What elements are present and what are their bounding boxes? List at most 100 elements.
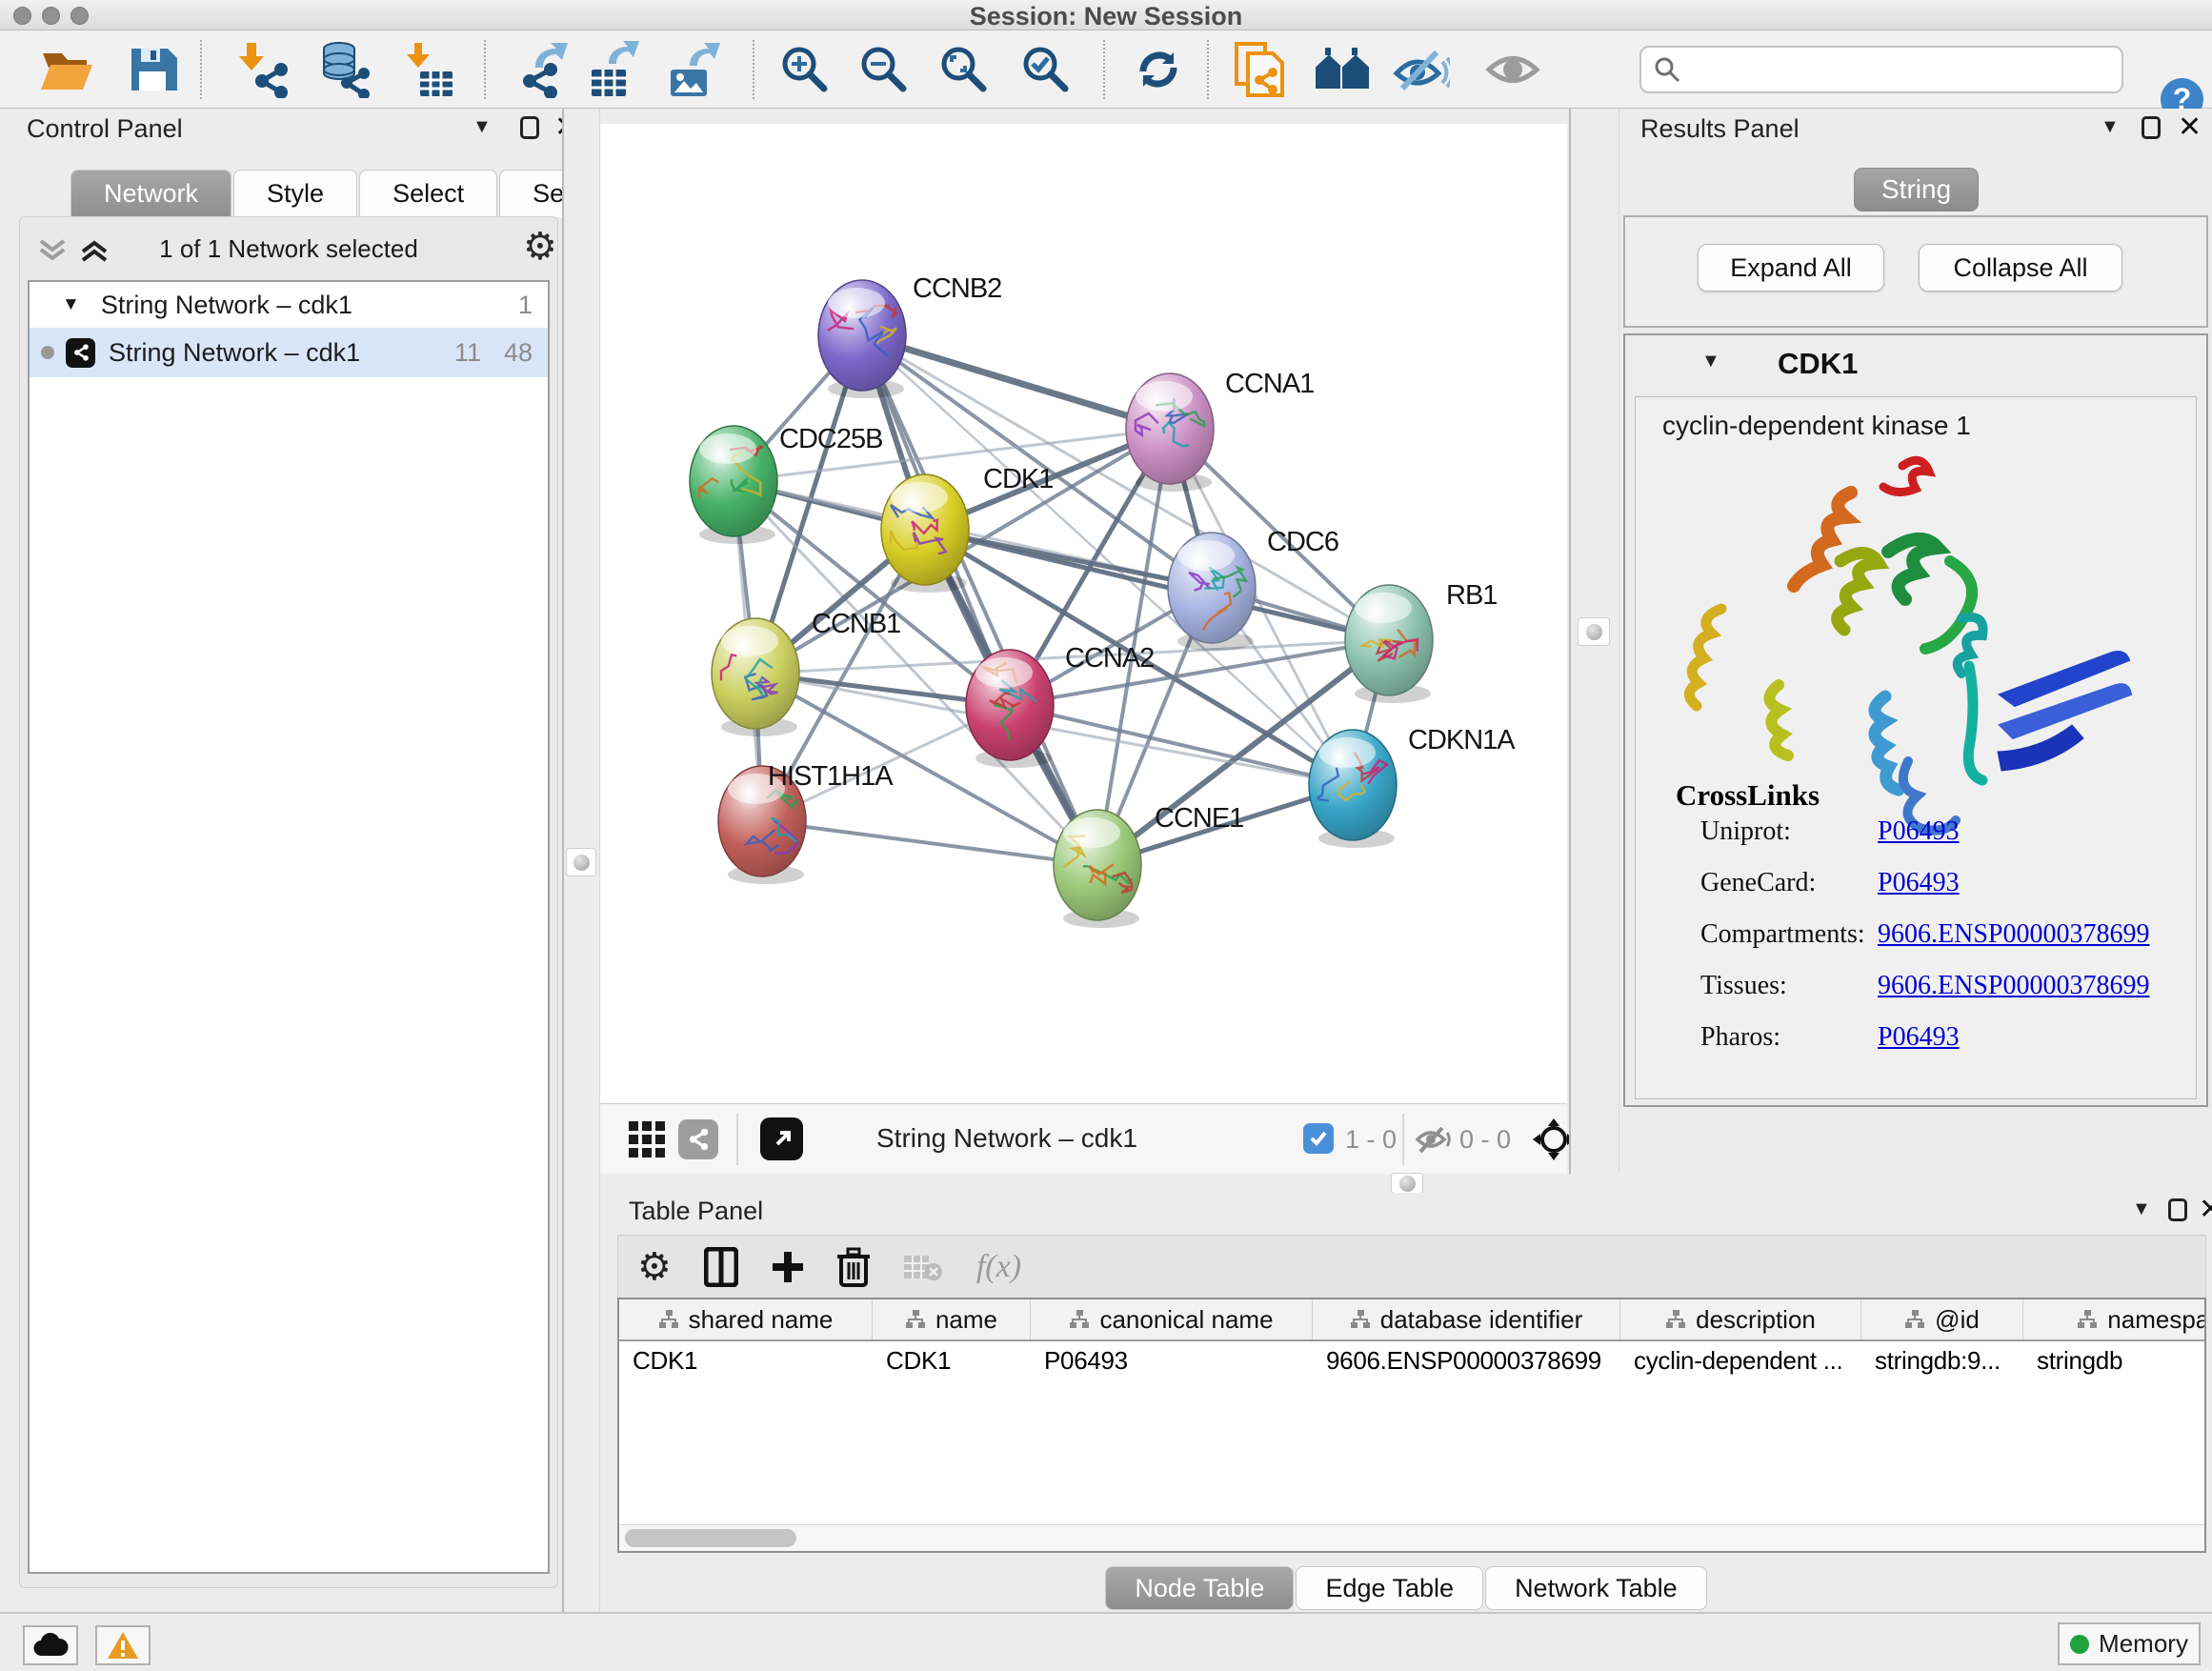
- show-columns-icon[interactable]: [704, 1247, 738, 1287]
- network-node-hist1h1a[interactable]: HIST1H1A: [718, 761, 894, 884]
- tab-node-table[interactable]: Node Table: [1105, 1566, 1294, 1610]
- selected-checkbox-icon[interactable]: [1303, 1123, 1334, 1154]
- results-panel-close-icon[interactable]: ✕: [2178, 111, 2202, 144]
- node-label-ccna2: CCNA2: [1065, 643, 1154, 674]
- table-options-gear-icon[interactable]: ⚙: [637, 1245, 672, 1289]
- zoom-in-icon[interactable]: [774, 38, 836, 101]
- crosslink-row: Compartments:9606.ENSP00000378699: [1700, 919, 2196, 950]
- toolbar-search-box[interactable]: [1639, 46, 2123, 93]
- node-label-ccna1: CCNA1: [1225, 369, 1314, 399]
- export-network-icon[interactable]: [510, 38, 573, 101]
- delete-table-icon[interactable]: [902, 1252, 944, 1282]
- open-session-icon[interactable]: [35, 38, 98, 101]
- network-node-cdc6[interactable]: CDC6: [1168, 527, 1338, 651]
- warning-status-button[interactable]: [95, 1625, 151, 1665]
- gene-card-header[interactable]: ▼ CDK1: [1625, 335, 2206, 396]
- gene-symbol: CDK1: [1778, 347, 1858, 381]
- network-edge[interactable]: [862, 335, 1170, 429]
- show-all-icon[interactable]: [1481, 38, 1544, 101]
- scrollbar-thumb[interactable]: [625, 1529, 796, 1547]
- results-panel-float-icon[interactable]: [2142, 116, 2161, 139]
- tab-string[interactable]: String: [1854, 168, 1979, 211]
- detach-view-icon[interactable]: [760, 1117, 803, 1160]
- create-column-icon[interactable]: [771, 1250, 805, 1284]
- horizontal-splitter-grip[interactable]: [1391, 1173, 1423, 1194]
- network-view-icon[interactable]: [678, 1119, 718, 1159]
- network-list: ▼ String Network – cdk1 1 String Network…: [28, 280, 550, 1574]
- toolbar-separator: [1103, 40, 1105, 99]
- cloud-status-button[interactable]: [23, 1625, 78, 1665]
- results-panel-collapse-icon[interactable]: ▼: [2101, 116, 2120, 138]
- network-node-rb1[interactable]: RB1: [1345, 580, 1497, 703]
- right-splitter-grip[interactable]: [1578, 617, 1610, 646]
- table-row[interactable]: CDK1CDK1P064939606.ENSP00000378699cyclin…: [619, 1341, 2204, 1379]
- delete-column-icon[interactable]: [837, 1247, 870, 1287]
- table-cell[interactable]: stringdb: [2023, 1341, 2206, 1379]
- memory-button[interactable]: Memory: [2058, 1622, 2201, 1665]
- crosslink-value-link[interactable]: P06493: [1878, 816, 1960, 847]
- tree-expander-icon[interactable]: ▼: [62, 294, 80, 315]
- new-network-from-selection-icon[interactable]: [1228, 38, 1291, 101]
- crosslink-value-link[interactable]: 9606.ENSP00000378699: [1878, 971, 2149, 1001]
- column-header-canonical-name[interactable]: canonical name: [1031, 1299, 1313, 1339]
- crosslink-value-link[interactable]: P06493: [1878, 1022, 1960, 1053]
- table-horizontal-scrollbar[interactable]: [619, 1524, 2204, 1551]
- import-network-database-icon[interactable]: [312, 38, 374, 101]
- column-header-@id[interactable]: @id: [1861, 1299, 2023, 1339]
- collapse-all-button[interactable]: Collapse All: [1919, 244, 2122, 292]
- save-session-icon[interactable]: [121, 38, 184, 101]
- network-edge[interactable]: [762, 821, 1097, 865]
- tab-network-table[interactable]: Network Table: [1485, 1566, 1707, 1610]
- control-panel-collapse-icon[interactable]: ▼: [473, 116, 492, 138]
- first-neighbors-icon[interactable]: [1312, 38, 1375, 101]
- network-edge[interactable]: [862, 335, 1097, 865]
- network-node-ccna1[interactable]: CCNA1: [1126, 369, 1314, 492]
- tab-select[interactable]: Select: [359, 170, 497, 217]
- function-builder-icon[interactable]: f(x): [976, 1249, 1021, 1285]
- zoom-selected-icon[interactable]: [1015, 38, 1077, 101]
- node-table[interactable]: shared namenamecanonical namedatabase id…: [617, 1298, 2206, 1553]
- control-panel-float-icon[interactable]: [520, 116, 539, 139]
- column-header-shared-name[interactable]: shared name: [619, 1299, 873, 1339]
- export-image-icon[interactable]: [662, 38, 725, 101]
- table-cell[interactable]: CDK1: [873, 1341, 1031, 1379]
- table-cell[interactable]: cyclin-dependent ...: [1620, 1341, 1861, 1379]
- table-cell[interactable]: CDK1: [619, 1341, 873, 1379]
- network-row[interactable]: String Network – cdk1 11 48: [30, 328, 548, 377]
- refresh-icon[interactable]: [1127, 38, 1190, 101]
- network-canvas[interactable]: CCNB2CCNA1CDC25BCDK1CDC6RB1CCNB1CCNA2CDK…: [600, 124, 1567, 1103]
- column-header-description[interactable]: description: [1620, 1299, 1861, 1339]
- network-node-cdkn1a[interactable]: CDKN1A: [1309, 725, 1516, 848]
- import-network-file-icon[interactable]: [231, 38, 293, 101]
- tab-edge-table[interactable]: Edge Table: [1296, 1566, 1483, 1610]
- table-cell[interactable]: stringdb:9...: [1861, 1341, 2023, 1379]
- network-edge[interactable]: [1010, 705, 1353, 785]
- column-header-namespace[interactable]: namespace: [2023, 1299, 2206, 1339]
- tab-network[interactable]: Network: [70, 170, 231, 217]
- zoom-fit-icon[interactable]: [933, 38, 995, 101]
- search-icon: [1653, 55, 1681, 84]
- export-table-icon[interactable]: [583, 38, 646, 101]
- table-panel-close-icon[interactable]: ✕: [2199, 1193, 2212, 1226]
- network-options-gear-icon[interactable]: ⚙: [523, 225, 557, 269]
- crosslink-value-link[interactable]: 9606.ENSP00000378699: [1878, 919, 2149, 950]
- expand-all-button[interactable]: Expand All: [1698, 244, 1884, 292]
- column-header-name[interactable]: name: [873, 1299, 1031, 1339]
- network-collection-row[interactable]: ▼ String Network – cdk1 1: [30, 282, 548, 328]
- left-splitter-grip[interactable]: [566, 848, 596, 876]
- gene-card-expander-icon[interactable]: ▼: [1701, 351, 1720, 372]
- import-table-file-icon[interactable]: [395, 38, 458, 101]
- table-cell[interactable]: 9606.ENSP00000378699: [1313, 1341, 1620, 1379]
- hide-selected-icon[interactable]: [1390, 38, 1453, 101]
- network-tab-content: 1 of 1 Network selected ⚙ ▼ String Netwo…: [19, 216, 558, 1588]
- crosslink-value-link[interactable]: P06493: [1878, 868, 1960, 898]
- column-header-database-identifier[interactable]: database identifier: [1313, 1299, 1620, 1339]
- search-input[interactable]: [1681, 54, 2091, 86]
- table-panel-collapse-icon[interactable]: ▼: [2132, 1198, 2151, 1220]
- zoom-out-icon[interactable]: [853, 38, 915, 101]
- tab-style[interactable]: Style: [233, 170, 357, 217]
- network-node-ccne1[interactable]: CCNE1: [1054, 803, 1243, 928]
- grid-view-icon[interactable]: [629, 1121, 665, 1158]
- table-panel-float-icon[interactable]: [2168, 1198, 2187, 1221]
- table-cell[interactable]: P06493: [1031, 1341, 1313, 1379]
